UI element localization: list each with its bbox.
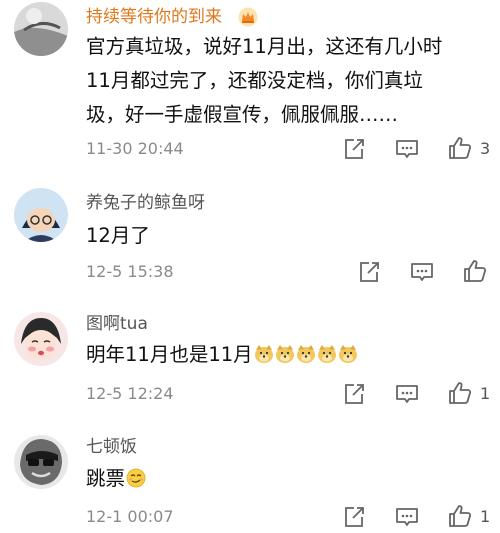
comment-text: 圾，好一手虚假宣传，佩服佩服…… — [86, 103, 399, 126]
comment-text: 明年11月也是11月 — [86, 339, 358, 370]
like-icon[interactable] — [447, 380, 473, 406]
avatar[interactable] — [14, 188, 68, 242]
comment-icon[interactable] — [394, 504, 420, 530]
comment-timestamp: 11-30 20:44 — [86, 139, 184, 158]
share-icon[interactable] — [356, 259, 382, 285]
comment-timestamp: 12-1 00:07 — [86, 507, 174, 526]
crown-icon — [238, 7, 258, 27]
like-icon[interactable] — [447, 135, 473, 161]
doge-emoji — [275, 344, 295, 364]
comment-timestamp: 12-5 15:38 — [86, 262, 174, 281]
like-count: 1 — [480, 384, 491, 403]
avatar[interactable] — [14, 312, 68, 366]
comment-text: 官方真垃圾，说好11月出，这还有几小时 — [86, 35, 443, 58]
comment-author[interactable]: 养兔子的鲸鱼呀 — [86, 192, 205, 214]
avatar[interactable] — [14, 2, 68, 56]
comment-icon[interactable] — [409, 259, 435, 285]
comment-item: 养兔子的鲸鱼呀 12月了 12-5 15:38 — [0, 170, 500, 300]
awkward-smile-emoji — [126, 468, 146, 488]
doge-emoji — [338, 344, 358, 364]
doge-emoji — [296, 344, 316, 364]
comment-item: 图啊tua 明年11月也是11月 12-5 12:24 1 — [0, 300, 500, 420]
comment-item: 七顿饭 跳票 12-1 00:07 1 — [0, 420, 500, 533]
like-icon[interactable] — [462, 258, 488, 284]
comment-text: 跳票 — [86, 463, 146, 494]
doge-emoji — [254, 344, 274, 364]
like-icon[interactable] — [447, 503, 473, 529]
comment-icon[interactable] — [394, 136, 420, 162]
share-icon[interactable] — [341, 504, 367, 530]
like-count: 1 — [480, 507, 491, 526]
share-icon[interactable] — [341, 381, 367, 407]
comment-item: 持续等待你的到来 官方真垃圾，说好11月出，这还有几小时 11月都过完了，还都没… — [0, 0, 500, 170]
comment-author[interactable]: 持续等待你的到来 — [86, 6, 222, 28]
comment-icon[interactable] — [394, 381, 420, 407]
doge-emoji — [317, 344, 337, 364]
share-icon[interactable] — [341, 136, 367, 162]
avatar[interactable] — [14, 435, 68, 489]
comment-text-body: 跳票 — [86, 467, 126, 490]
comment-author[interactable]: 七顿饭 — [86, 436, 137, 458]
comment-timestamp: 12-5 12:24 — [86, 384, 174, 403]
comment-author[interactable]: 图啊tua — [86, 313, 148, 335]
comment-text: 12月了 — [86, 224, 150, 247]
like-count: 3 — [480, 139, 491, 158]
comment-text: 11月都过完了，还都没定档，你们真垃 — [86, 69, 423, 92]
comment-text-body: 明年11月也是11月 — [86, 343, 253, 366]
